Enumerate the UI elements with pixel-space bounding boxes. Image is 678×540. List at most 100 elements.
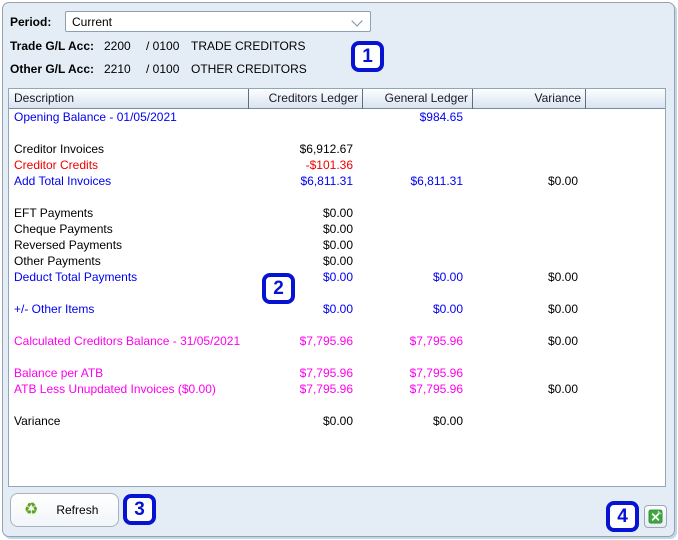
- cell-description: Other Payments: [14, 254, 101, 268]
- table-row-blank: [9, 397, 665, 413]
- cell-general-ledger: $7,795.96: [409, 382, 463, 396]
- cell-creditors-ledger: $0.00: [322, 238, 353, 252]
- other-gl-account-row: Other G/L Acc: 2210 / 0100 OTHER CREDITO…: [10, 62, 410, 76]
- table-row: +/- Other Items $0.00 $0.00 $0.00: [9, 301, 665, 317]
- refresh-button[interactable]: ♻ Refresh: [10, 493, 119, 527]
- table-row: Other Payments $0.00: [9, 253, 665, 269]
- trade-gl-subaccount: / 0100: [146, 39, 180, 53]
- cell-description: EFT Payments: [14, 206, 94, 220]
- cell-creditors-ledger: $7,795.96: [299, 366, 353, 380]
- table-row: Creditor Invoices $6,912.67: [9, 141, 665, 157]
- cell-description: Balance per ATB: [14, 366, 104, 380]
- cell-variance: $0.00: [547, 270, 578, 284]
- cell-creditors-ledger: $7,795.96: [299, 334, 353, 348]
- column-header-creditors-ledger: Creditors Ledger: [249, 89, 363, 109]
- other-gl-account-name: OTHER CREDITORS: [191, 62, 307, 76]
- table-row: Deduct Total Payments $0.00 $0.00 $0.00: [9, 269, 665, 285]
- table-row: Opening Balance - 01/05/2021 $984.65: [9, 109, 665, 125]
- table-row: Creditor Credits -$101.36: [9, 157, 665, 173]
- cell-general-ledger: $0.00: [432, 270, 463, 284]
- cell-variance: [473, 221, 586, 237]
- cell-variance: $0.00: [547, 382, 578, 396]
- table-row-blank: [9, 189, 665, 205]
- creditors-reconciliation-panel: Period: Current Trade G/L Acc: 2200 / 01…: [2, 2, 675, 537]
- recycle-refresh-icon: ♻: [24, 501, 39, 518]
- cell-description: Variance: [14, 414, 61, 428]
- cell-description: Deduct Total Payments: [14, 270, 138, 284]
- table-row: Reversed Payments $0.00: [9, 237, 665, 253]
- table-rows: Opening Balance - 01/05/2021 $984.65 Credi…: [9, 109, 665, 429]
- cell-creditors-ledger: $0.00: [322, 254, 353, 268]
- cell-description: Cheque Payments: [14, 222, 113, 236]
- cell-general-ledger: [363, 141, 473, 157]
- cell-creditors-ledger: $0.00: [322, 222, 353, 236]
- cell-description: Calculated Creditors Balance - 31/05/202…: [14, 334, 241, 348]
- trade-gl-account-number: 2200: [104, 39, 131, 53]
- table-row-blank: [9, 349, 665, 365]
- cell-variance: $0.00: [547, 334, 578, 348]
- table-row: ATB Less Unupdated Invoices ($0.00) $7,79…: [9, 381, 665, 397]
- cell-variance: [473, 253, 586, 269]
- cell-creditors-ledger: $6,811.31: [300, 174, 354, 188]
- column-header-description: Description: [9, 89, 249, 109]
- table-row: Calculated Creditors Balance - 31/05/202…: [9, 333, 665, 349]
- trade-gl-account-name: TRADE CREDITORS: [191, 39, 306, 53]
- table-row-blank: [9, 317, 665, 333]
- cell-creditors-ledger: $0.00: [322, 414, 353, 428]
- trade-gl-account-label: Trade G/L Acc:: [10, 39, 95, 53]
- table-row-blank: [9, 285, 665, 301]
- chevron-down-icon: [351, 15, 363, 27]
- cell-general-ledger: $0.00: [432, 414, 463, 428]
- cell-general-ledger: [363, 221, 473, 237]
- cell-variance: [473, 413, 586, 429]
- table-row: Variance $0.00 $0.00: [9, 413, 665, 429]
- other-gl-subaccount: / 0100: [146, 62, 180, 76]
- other-gl-account-number: 2210: [104, 62, 131, 76]
- cell-description: Reversed Payments: [14, 238, 123, 252]
- period-selected-value: Current: [72, 14, 113, 29]
- annotation-badge-2: 2: [262, 273, 295, 304]
- cell-general-ledger: $984.65: [419, 110, 463, 124]
- cell-general-ledger: $6,811.31: [410, 174, 464, 188]
- cell-variance: [473, 237, 586, 253]
- trade-gl-account-row: Trade G/L Acc: 2200 / 0100 TRADE CREDITO…: [10, 39, 410, 53]
- cell-variance: [473, 141, 586, 157]
- cell-variance: [473, 365, 586, 381]
- reconciliation-table: Description Creditors Ledger General Led…: [8, 88, 666, 487]
- annotation-badge-1: 1: [351, 41, 384, 72]
- cell-general-ledger: $7,795.96: [409, 334, 463, 348]
- column-header-general-ledger: General Ledger: [363, 89, 473, 109]
- table-row: Balance per ATB $7,795.96 $7,795.96: [9, 365, 665, 381]
- table-header-row: Description Creditors Ledger General Led…: [9, 89, 665, 109]
- cell-variance: [473, 205, 586, 221]
- cell-description: Creditor Credits: [14, 158, 99, 172]
- cell-variance: $0.00: [547, 302, 578, 316]
- annotation-badge-3: 3: [123, 494, 156, 525]
- excel-export-icon: [648, 509, 663, 524]
- cell-description: +/- Other Items: [14, 302, 95, 316]
- refresh-button-label: Refresh: [56, 503, 99, 517]
- annotation-badge-4: 4: [606, 501, 639, 532]
- table-row: Add Total Invoices $6,811.31 $6,811.31 $0.0…: [9, 173, 665, 189]
- export-excel-button[interactable]: [644, 505, 667, 528]
- table-row-blank: [9, 125, 665, 141]
- cell-variance: [473, 109, 586, 125]
- cell-creditors-ledger: -$101.36: [305, 158, 353, 172]
- cell-variance: [473, 157, 586, 173]
- cell-description: Creditor Invoices: [14, 142, 105, 156]
- period-select[interactable]: Current: [65, 11, 371, 32]
- table-row: Cheque Payments $0.00: [9, 221, 665, 237]
- cell-variance: $0.00: [547, 174, 578, 188]
- cell-general-ledger: $7,795.96: [409, 366, 463, 380]
- cell-general-ledger: [363, 205, 473, 221]
- other-gl-account-label: Other G/L Acc:: [10, 62, 95, 76]
- cell-creditors-ledger: $7,795.96: [299, 382, 353, 396]
- cell-creditors-ledger: $6,912.67: [299, 142, 353, 156]
- cell-general-ledger: $0.00: [432, 302, 463, 316]
- cell-creditors-ledger: [249, 109, 363, 125]
- cell-creditors-ledger: $0.00: [322, 206, 353, 220]
- cell-general-ledger: [363, 237, 473, 253]
- cell-general-ledger: [363, 253, 473, 269]
- cell-description: ATB Less Unupdated Invoices ($0.00): [14, 382, 216, 396]
- cell-description: Opening Balance - 01/05/2021: [14, 110, 177, 124]
